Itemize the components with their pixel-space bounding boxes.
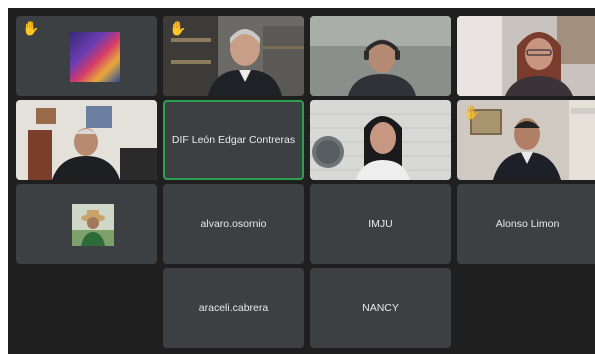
participant-name: DIF León Edgar Contreras — [171, 134, 296, 146]
participant-video — [310, 100, 451, 180]
participant-tile-12[interactable]: Alonso Limon — [457, 184, 595, 264]
participant-tile-1[interactable]: ✋ — [16, 16, 157, 96]
participant-tile-7[interactable] — [310, 100, 451, 180]
participant-tile-8[interactable]: ✋ — [457, 100, 595, 180]
participant-tile-4[interactable] — [457, 16, 595, 96]
raised-hand-icon: ✋ — [169, 20, 187, 36]
participant-tile-6[interactable]: DIF León Edgar Contreras — [163, 100, 304, 180]
participant-tile-10[interactable]: alvaro.osornio — [163, 184, 304, 264]
participant-name: Alonso Limon — [495, 218, 560, 230]
participant-avatar-image — [70, 32, 120, 82]
participant-name: alvaro.osornio — [200, 218, 267, 230]
participant-video — [457, 16, 595, 96]
participant-tile-11[interactable]: IMJU — [310, 184, 451, 264]
participant-video — [16, 100, 157, 180]
raised-hand-icon: ✋ — [463, 104, 481, 120]
video-call-grid: ✋ ✋ DIF León Edgar Contreras ✋ alvaro.os… — [8, 8, 595, 354]
participant-tile-14[interactable]: NANCY — [310, 268, 451, 348]
raised-hand-icon: ✋ — [22, 20, 40, 36]
participant-tile-3[interactable] — [310, 16, 451, 96]
participant-name: NANCY — [362, 302, 399, 314]
participant-tile-9[interactable] — [16, 184, 157, 264]
participant-name: araceli.cabrera — [198, 302, 269, 314]
participant-name: IMJU — [368, 218, 393, 230]
participant-tile-13[interactable]: araceli.cabrera — [163, 268, 304, 348]
participant-tile-2[interactable]: ✋ — [163, 16, 304, 96]
participant-video — [310, 16, 451, 96]
participant-avatar-image — [72, 204, 114, 246]
participant-tile-5[interactable] — [16, 100, 157, 180]
